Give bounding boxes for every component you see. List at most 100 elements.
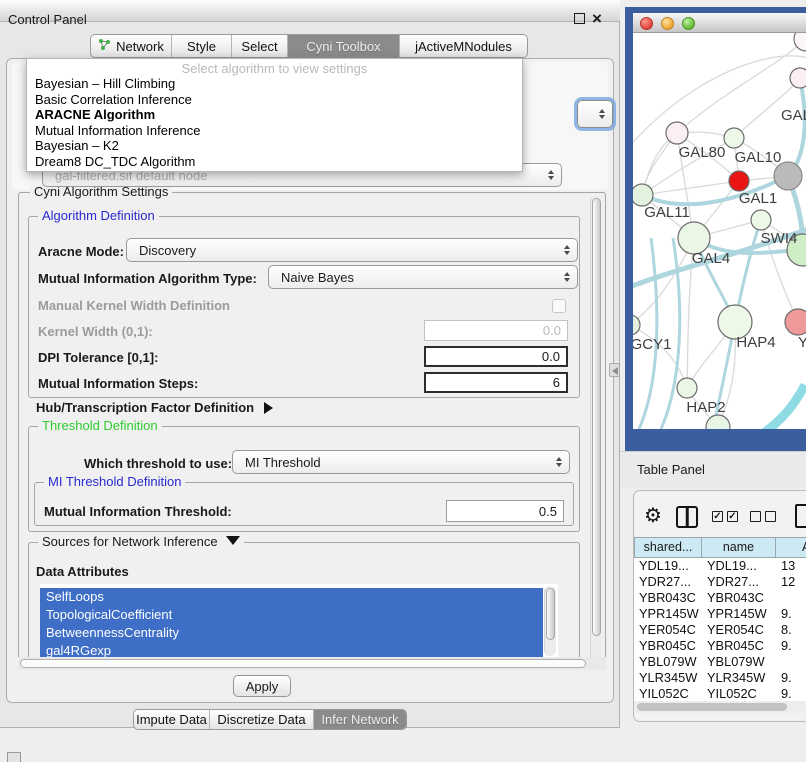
node-hap2[interactable] [677,378,697,398]
node-gal80[interactable] [666,122,688,144]
which-threshold-combo[interactable]: MI Threshold [232,450,570,474]
table-cell: 8. [776,622,806,638]
dropdown-item-bayesian-k2[interactable]: Bayesian – K2 [27,138,522,154]
kernel-width-field[interactable]: 0.0 [424,320,568,341]
zoom-traffic-icon[interactable] [682,17,695,30]
table-cell: YBR045C [702,638,776,654]
manual-kernel-width-label: Manual Kernel Width Definition [38,298,230,313]
node-gray[interactable] [774,162,802,190]
scrollbar-thumb[interactable] [546,588,555,640]
table-row[interactable]: YBR045CYBR045C9. [634,638,806,654]
table-row[interactable]: YIL052CYIL052C9. [634,686,806,701]
apply-button[interactable]: Apply [233,675,291,697]
cyni-bottom-tabs: Impute DataDiscretize DataInfer Network [133,709,407,730]
node-gal11[interactable] [633,184,653,206]
tab-jactivemnodules[interactable]: jActiveMNodules [399,35,527,57]
tab-discretize-data[interactable]: Discretize Data [209,710,313,729]
control-panel-tabs: NetworkStyleSelectCyni ToolboxjActiveMNo… [90,34,528,58]
mi-algorithm-type-combo[interactable]: Naive Bayes [268,265,578,289]
node-gal10[interactable] [724,128,744,148]
table-cell: YIL052C [702,686,776,701]
dropdown-item-aracne-algorithm[interactable]: ARACNE Algorithm [27,107,522,123]
network-icon [98,38,111,54]
control-panel-titlebar [0,0,620,22]
scrollbar-thumb[interactable] [20,659,586,668]
table-row[interactable]: YBL079WYBL079W [634,654,806,670]
tab-cyni-toolbox[interactable]: Cyni Toolbox [287,35,399,57]
attribute-item-topologicalcoefficient[interactable]: TopologicalCoefficient [40,606,543,624]
tab-infer-network[interactable]: Infer Network [313,710,406,729]
mi-threshold-group-title: MI Threshold Definition [44,475,185,489]
sources-title: Sources for Network Inference [42,534,218,549]
table-row[interactable]: YLR345WYLR345W9. [634,670,806,686]
scrollbar-thumb[interactable] [592,198,601,636]
float-window-icon[interactable] [574,13,585,24]
network-window-titlebar[interactable] [633,13,806,33]
scrollbar-thumb[interactable] [637,703,787,711]
mi-threshold-field[interactable]: 0.5 [446,500,564,522]
attribute-item-selfloops[interactable]: SelfLoops [40,588,543,606]
column-header-shared[interactable]: shared... [634,537,702,558]
table-cell: YLR345W [702,670,776,686]
network-canvas[interactable]: GALGAL80GAL10GAL1GAL11SWI4GAL4GCY1HAP4YH… [633,33,806,429]
settings-scrollbar[interactable] [590,196,601,664]
algorithm-combo-fragment[interactable] [577,100,613,128]
node-label-gal80: GAL80 [679,144,726,161]
panel-splitter-handle[interactable] [609,363,620,377]
dropdown-item-mutual-information-inference[interactable]: Mutual Information Inference [27,123,522,139]
table-cell: 9. [776,638,806,654]
attribute-item-betweennesscentrality[interactable]: BetweennessCentrality [40,624,543,642]
table-cell: YBR043C [702,590,776,606]
table-cell: YBL079W [634,654,702,670]
close-icon[interactable]: × [592,9,602,29]
hub-definition-label: Hub/Transcription Factor Definition [36,400,254,415]
table-row[interactable]: YPR145WYPR145W9. [634,606,806,622]
node-swi4[interactable] [751,210,771,230]
dropdown-item-dream8-dc-tdc-algorithm[interactable]: Dream8 DC_TDC Algorithm [27,154,522,170]
table-row[interactable]: YBR043CYBR043C [634,590,806,606]
chevron-down-icon [226,536,240,545]
dock-panel-icon[interactable] [7,752,21,762]
columns-icon[interactable] [676,506,698,528]
data-attributes-list[interactable]: SelfLoopsTopologicalCoefficientBetweenne… [40,584,558,658]
table-cell: YDR27... [702,574,776,590]
mi-threshold-label: Mutual Information Threshold: [44,504,232,519]
table-hscrollbar[interactable] [634,701,806,713]
tab-impute-data[interactable]: Impute Data [134,710,209,729]
table-row[interactable]: YDL19...YDL19...13 [634,558,806,574]
table-cell: 9. [776,606,806,622]
column-header-a[interactable]: A [776,537,806,558]
table-row[interactable]: YDR27...YDR27...12 [634,574,806,590]
document-icon[interactable] [795,504,806,528]
node-y[interactable] [785,309,806,335]
tab-network[interactable]: Network [91,35,171,57]
table-cell: YDR27... [634,574,702,590]
settings-hscrollbar[interactable] [18,657,606,670]
aracne-mode-combo[interactable]: Discovery [126,238,578,262]
sources-toggle[interactable]: Sources for Network Inference [38,535,244,549]
minimize-traffic-icon[interactable] [661,17,674,30]
tab-select[interactable]: Select [231,35,287,57]
close-traffic-icon[interactable] [640,17,653,30]
node-gal7[interactable] [790,68,806,88]
dpi-tolerance-field[interactable]: 0.0 [424,346,568,367]
stepper-icon [599,109,605,119]
table-cell: YDL19... [702,558,776,574]
dropdown-item-bayesian-hill-climbing[interactable]: Bayesian – Hill Climbing [27,76,522,92]
mi-steps-field[interactable]: 6 [424,372,568,393]
table-cell: YBL079W [702,654,776,670]
settings-group-title: Cyni Algorithm Settings [30,185,172,199]
gear-icon[interactable]: ⚙ [644,504,662,528]
deselect-all-columns-icon[interactable] [750,511,776,522]
tab-style[interactable]: Style [171,35,231,57]
dropdown-item-basic-correlation-inference[interactable]: Basic Correlation Inference [27,92,522,108]
kernel-width-label: Kernel Width (0,1): [38,324,153,339]
attribute-item-gal4rgexp[interactable]: gal4RGexp [40,642,543,658]
select-all-columns-icon[interactable]: ✓ ✓ [712,511,738,522]
table-row[interactable]: YER054CYER054C8. [634,622,806,638]
node-gal1[interactable] [729,171,749,191]
attribute-list-scrollbar[interactable] [544,586,556,656]
manual-kernel-width-checkbox[interactable] [552,299,566,313]
hub-definition-toggle[interactable]: Hub/Transcription Factor Definition [36,400,273,415]
column-header-name[interactable]: name [702,537,776,558]
